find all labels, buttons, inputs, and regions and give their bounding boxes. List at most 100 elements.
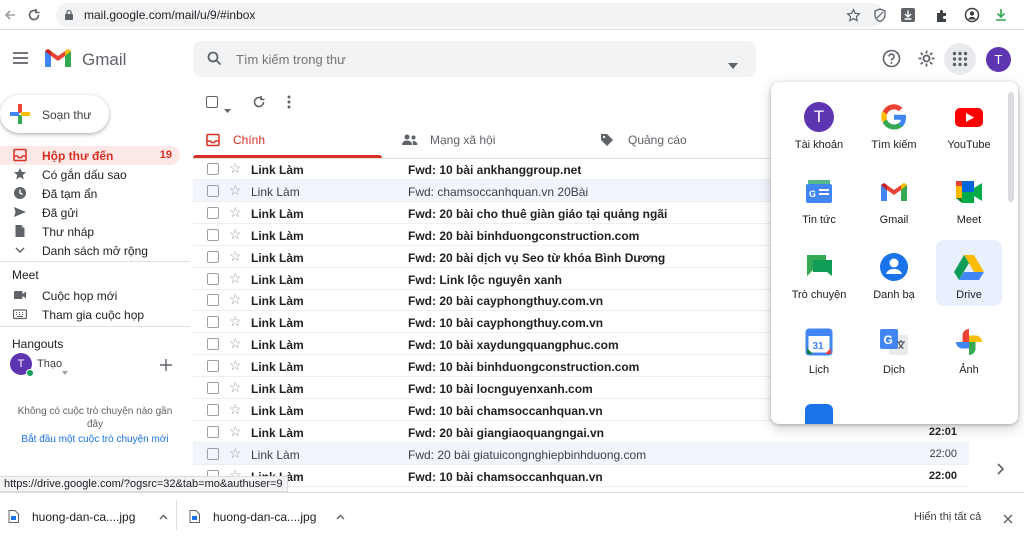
app-news[interactable]: G Tin tức [786,165,852,231]
partial-app-icon[interactable] [805,404,833,424]
tab-social[interactable]: Mạng xã hội [390,122,580,158]
star-outline-icon[interactable]: ☆ [229,270,242,287]
star-outline-icon[interactable]: ☆ [229,423,242,440]
table-row[interactable]: ☆ Link Làm Fwd: 20 bài giatuicongnghiepbin… [193,442,969,465]
shield-icon[interactable] [870,5,890,25]
download-item-2[interactable]: huong-dan-ca....jpg [189,504,359,528]
new-chat-plus-icon[interactable] [160,358,172,376]
search-input[interactable] [236,50,706,68]
row-checkbox[interactable] [207,184,219,197]
sidebar-item-label: Đã tạm ẩn [42,187,98,201]
gmail-logo-icon[interactable] [43,47,73,74]
row-checkbox[interactable] [207,382,219,394]
star-outline-icon[interactable]: ☆ [229,248,242,265]
extensions-puzzle-icon[interactable] [932,5,952,25]
google-apps-button[interactable] [944,43,976,75]
star-outline-icon[interactable]: ☆ [229,204,242,221]
app-translate[interactable]: G Dịch [861,315,927,381]
downloads-icon[interactable] [991,5,1011,25]
app-youtube[interactable]: YouTube [936,90,1002,156]
sidebar-item-snoozed[interactable]: Đã tạm ẩn [0,184,180,203]
select-all-checkbox[interactable] [206,96,218,108]
show-all-downloads-link[interactable]: Hiển thị tất cả [914,511,981,523]
back-icon[interactable] [0,5,20,25]
search-icon[interactable] [207,51,222,71]
start-chat-link[interactable]: Bắt đầu một cuộc trò chuyện mới [10,434,180,445]
chevron-up-icon[interactable] [159,514,168,520]
download-extension-icon[interactable] [898,5,918,25]
sidebar-item-starred[interactable]: Có gắn dấu sao [0,165,180,184]
sidebar-item-new-meeting[interactable]: Cuộc họp mới [0,286,180,305]
more-options-icon[interactable] [287,95,291,114]
reload-icon[interactable] [24,5,44,25]
tab-label: Chính [233,133,266,147]
app-search[interactable]: Tìm kiếm [861,90,927,156]
hangouts-user-name[interactable]: Thạo [37,358,62,370]
chevron-up-icon[interactable] [336,514,345,520]
table-row[interactable]: ☆Link LàmFwd: 10 bài chamsoccanhquan.vn2… [193,465,969,487]
select-dropdown-icon[interactable] [224,100,231,118]
row-checkbox[interactable] [207,294,219,307]
star-outline-icon[interactable]: ☆ [229,226,242,243]
url-text: mail.google.com/mail/u/9/#inbox [84,8,256,22]
row-checkbox[interactable] [207,447,219,460]
star-icon [14,168,26,180]
sidebar-item-sent[interactable]: Đã gửi [0,203,180,222]
profile-icon[interactable] [962,5,982,25]
app-contacts[interactable]: Danh bạ [861,240,927,306]
sidebar-item-drafts[interactable]: Thư nháp [0,222,180,241]
sidebar-item-join-meeting[interactable]: Tham gia cuộc họp [0,305,180,324]
draft-icon [15,225,25,237]
app-meet[interactable]: Meet [936,165,1002,231]
apps-panel-scrollbar[interactable] [1008,92,1014,202]
app-gmail[interactable]: Gmail [861,165,927,231]
email-time: 22:00 [928,469,957,482]
row-checkbox[interactable] [207,425,219,438]
tab-promotions[interactable]: Quảng cáo [588,122,768,158]
help-icon[interactable] [882,49,901,73]
email-sender: Link Làm [251,447,300,462]
row-checkbox[interactable] [207,316,219,329]
star-outline-icon[interactable]: ☆ [229,445,242,462]
star-outline-icon[interactable]: ☆ [229,379,242,396]
bookmark-star-icon[interactable] [843,5,863,25]
row-checkbox[interactable] [207,360,219,373]
star-outline-icon[interactable]: ☆ [229,357,242,374]
star-outline-icon[interactable]: ☆ [229,335,242,352]
calendar-icon: 31 [805,328,833,356]
row-checkbox[interactable] [207,228,219,241]
app-chat[interactable]: Trò chuyện [786,240,852,306]
search-options-icon[interactable] [728,56,738,74]
table-row[interactable]: ☆ Link Làm Fwd: 20 bài giangiaoquangngai.v… [193,421,969,443]
app-photos[interactable]: Ảnh [936,315,1002,381]
compose-button[interactable]: Soạn thư [0,95,109,133]
star-outline-icon[interactable]: ☆ [229,160,242,177]
sidebar-item-more[interactable]: Danh sách mở rộng [0,241,180,260]
app-drive[interactable]: Drive [936,240,1002,306]
star-outline-icon[interactable]: ☆ [229,182,242,199]
app-account[interactable]: T Tài khoản [786,90,852,156]
row-checkbox[interactable] [207,272,219,285]
settings-gear-icon[interactable] [917,49,936,73]
svg-text:G: G [884,333,893,347]
row-checkbox[interactable] [207,338,219,351]
close-downloads-icon[interactable] [1003,511,1013,529]
refresh-icon[interactable] [252,95,266,114]
tab-primary[interactable]: Chính [193,122,382,158]
row-checkbox[interactable] [207,403,219,416]
email-subject: Fwd: 20 bài cho thuê giàn giáo tại quảng… [408,206,668,221]
sidebar-divider [0,326,190,327]
row-checkbox[interactable] [207,206,219,219]
star-outline-icon[interactable]: ☆ [229,313,242,330]
main-menu-icon[interactable] [12,51,29,70]
app-label: Danh bạ [873,289,915,301]
row-checkbox[interactable] [207,163,219,175]
side-panel-chevron-icon[interactable] [996,462,1005,480]
row-checkbox[interactable] [207,250,219,263]
app-calendar[interactable]: 31 Lịch [786,315,852,381]
sidebar-item-inbox[interactable]: Hộp thư đến 19 [0,146,180,165]
user-dropdown-icon[interactable] [62,362,68,380]
star-outline-icon[interactable]: ☆ [229,291,242,308]
account-avatar[interactable]: T [986,47,1011,72]
star-outline-icon[interactable]: ☆ [229,401,242,418]
